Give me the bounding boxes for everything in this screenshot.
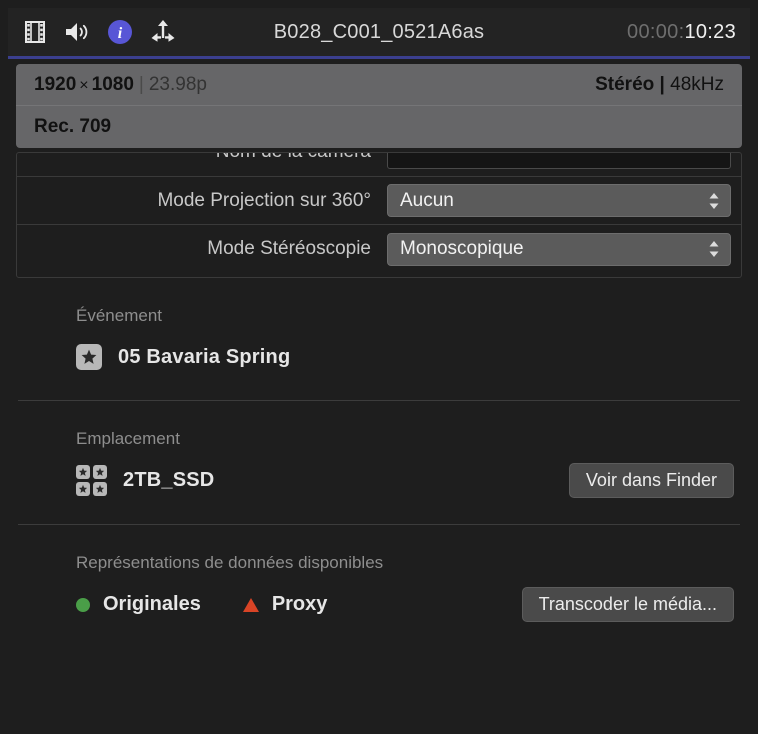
volume-grid-cell	[76, 482, 90, 496]
stereoscopic-mode-control: Monoscopique	[387, 232, 731, 266]
event-section-title: Événement	[76, 306, 162, 325]
frame-width: 1920	[34, 73, 77, 95]
red-triangle-icon	[242, 597, 259, 612]
projection-mode-label: Mode Projection sur 360°	[157, 189, 371, 211]
volume-name: 2TB_SSD	[123, 469, 215, 491]
audio-separator: |	[659, 73, 665, 95]
location-row: 2TB_SSD Voir dans Finder	[24, 463, 734, 498]
timecode-value: 10:23	[684, 20, 736, 43]
location-section-title: Emplacement	[76, 429, 180, 448]
projection-mode-value: Aucun	[400, 189, 454, 211]
stereoscopic-mode-value: Monoscopique	[400, 238, 524, 259]
volume-grid-cell	[76, 465, 90, 479]
proxy-label: Proxy	[271, 593, 328, 615]
event-name: 05 Bavaria Spring	[118, 345, 291, 368]
transform-icon[interactable]	[148, 18, 178, 46]
header-icon-group: i	[22, 18, 178, 46]
camera-name-label: Nom de la caméra	[17, 153, 387, 163]
stereoscopic-mode-label: Mode Stéréoscopie	[207, 238, 371, 259]
projection-mode-dropdown[interactable]: Aucun	[387, 184, 731, 217]
media-representations-section: Représentations de données disponibles O…	[8, 525, 750, 622]
volume-grid-icon	[76, 465, 107, 496]
timecode-prefix: 00:00:	[627, 20, 685, 43]
svg-text:i: i	[118, 25, 123, 42]
chevron-updown-icon	[706, 189, 722, 213]
audio-format-summary: Stéréo | 48kHz	[595, 74, 724, 96]
representation-list: Originales Proxy	[76, 593, 369, 616]
representation-originals: Originales	[76, 593, 201, 616]
media-representations-row: Originales Proxy Transcoder le média...	[24, 587, 734, 622]
camera-name-control	[387, 153, 731, 169]
audio-sample-rate: 48kHz	[670, 73, 724, 95]
row-camera-name: Nom de la caméra	[17, 153, 741, 177]
inspector-header: i B028_C001_0521A6as 00:00:10:23	[8, 8, 750, 56]
volume-grid-cell	[93, 482, 107, 496]
video-format-summary: 1920 × 1080 | 23.98p	[34, 74, 207, 96]
frame-rate: 23.98p	[148, 73, 207, 95]
volume-grid-cell	[93, 465, 107, 479]
row-stereoscopic-mode: Mode Stéréoscopie Monoscopique	[17, 225, 741, 273]
projection-mode-control: Aucun	[387, 184, 731, 217]
accent-line	[8, 56, 750, 59]
volume-icon[interactable]	[62, 19, 92, 45]
chevron-updown-icon	[706, 237, 722, 261]
camera-name-input[interactable]	[387, 153, 731, 169]
originals-label: Originales	[103, 593, 201, 615]
row-projection-mode: Mode Projection sur 360° Aucun	[17, 177, 741, 225]
settings-panel: Nom de la caméra Mode Projection sur 360…	[16, 152, 742, 278]
color-space: Rec. 709	[34, 116, 112, 137]
filmstrip-icon[interactable]	[22, 19, 48, 45]
timecode-display: 00:00:10:23	[627, 21, 736, 44]
info-icon[interactable]: i	[106, 18, 134, 46]
audio-channels: Stéréo	[595, 73, 655, 95]
media-info-banner: 1920 × 1080 | 23.98p Stéréo | 48kHz Rec. 709	[16, 64, 742, 148]
reveal-in-finder-button[interactable]: Voir dans Finder	[568, 463, 734, 498]
green-dot-icon	[76, 597, 90, 612]
banner-row-colorspace: Rec. 709	[16, 106, 742, 148]
media-representations-title: Représentations de données disponibles	[76, 553, 384, 572]
dimension-separator-icon: ×	[79, 76, 89, 94]
event-row[interactable]: 05 Bavaria Spring	[24, 340, 734, 374]
banner-row-format: 1920 × 1080 | 23.98p Stéréo | 48kHz	[16, 64, 742, 106]
transcode-media-button[interactable]: Transcoder le média...	[521, 587, 734, 622]
event-section: Événement 05 Bavaria Spring	[8, 278, 750, 374]
stereoscopic-mode-dropdown[interactable]: Monoscopique	[387, 232, 731, 266]
inspector-window: i B028_C001_0521A6as 00:00:10:23 1920 × …	[0, 0, 758, 734]
star-icon	[76, 344, 102, 370]
representation-proxy: Proxy	[242, 593, 328, 616]
banner-separator: |	[138, 73, 144, 95]
frame-height: 1080	[91, 73, 134, 95]
location-section: Emplacement 2TB_SSD Voir dans Finder	[8, 401, 750, 498]
